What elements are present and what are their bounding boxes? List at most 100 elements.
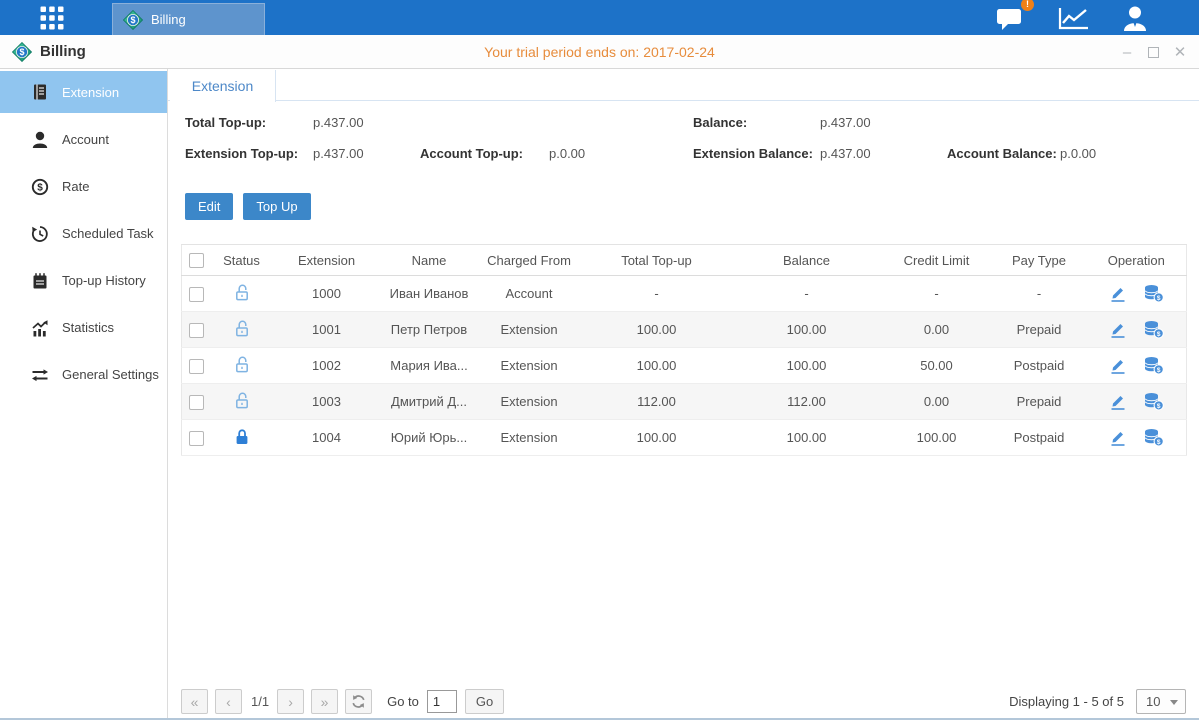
cell-charged-from: Account — [477, 276, 582, 312]
ledger-icon — [30, 83, 49, 101]
sidebar-item-general-settings[interactable]: General Settings — [0, 351, 167, 398]
row-checkbox[interactable] — [189, 395, 204, 410]
cell-credit-limit: 0.00 — [882, 312, 992, 348]
cell-balance: 100.00 — [732, 312, 882, 348]
top-up-coins-icon[interactable]: $ — [1143, 392, 1164, 411]
col-operation: Operation — [1087, 245, 1187, 276]
chevron-down-icon — [1170, 700, 1178, 705]
cell-credit-limit: 0.00 — [882, 384, 992, 420]
refresh-icon[interactable] — [345, 689, 372, 714]
sidebar-item-scheduled-task[interactable]: Scheduled Task — [0, 210, 167, 257]
account-top-up-value: p.0.00 — [549, 146, 585, 161]
cell-pay-type: - — [992, 276, 1087, 312]
edit-icon[interactable] — [1109, 321, 1127, 338]
svg-text:$: $ — [1157, 439, 1161, 446]
first-page-button[interactable]: « — [181, 689, 208, 714]
tab-strip: Extension — [168, 69, 1199, 101]
sidebar-item-label: Statistics — [62, 320, 114, 335]
col-balance: Balance — [732, 245, 882, 276]
summary-panel: Total Top-up: p.437.00 Balance: p.437.00… — [168, 101, 1199, 181]
cell-name: Дмитрий Д... — [382, 384, 477, 420]
chat-icon[interactable]: ! — [995, 4, 1027, 32]
svg-text:$: $ — [1157, 331, 1161, 338]
lock-open-icon — [234, 362, 250, 377]
billing-diamond-icon: $ — [123, 10, 143, 30]
page-size-select[interactable]: 10 — [1136, 689, 1186, 714]
row-checkbox[interactable] — [189, 359, 204, 374]
svg-text:$: $ — [1157, 403, 1161, 410]
col-pay-type: Pay Type — [992, 245, 1087, 276]
sidebar-item-top-up-history[interactable]: Top-up History — [0, 257, 167, 304]
page-title: Billing — [40, 43, 86, 60]
apps-grid-icon[interactable] — [38, 5, 66, 36]
sidebar: Extension Account $ Rate — [0, 69, 168, 720]
history-clock-icon — [30, 225, 49, 243]
edit-icon[interactable] — [1109, 285, 1127, 302]
top-up-coins-icon[interactable]: $ — [1143, 428, 1164, 447]
close-icon[interactable]: ✕ — [1173, 45, 1187, 60]
edit-icon[interactable] — [1109, 357, 1127, 374]
tab-extension[interactable]: Extension — [170, 70, 276, 102]
row-checkbox[interactable] — [189, 287, 204, 302]
window-title-bar: $ Billing Your trial period ends on: 201… — [0, 35, 1199, 69]
main-content: Extension Total Top-up: p.437.00 Balance… — [168, 69, 1199, 720]
cell-pay-type: Prepaid — [992, 312, 1087, 348]
cell-balance: 112.00 — [732, 384, 882, 420]
edit-button[interactable]: Edit — [185, 193, 233, 220]
cell-charged-from: Extension — [477, 312, 582, 348]
topbar-tab-label: Billing — [151, 12, 186, 27]
top-up-button[interactable]: Top Up — [243, 193, 310, 220]
line-chart-icon[interactable] — [1057, 5, 1091, 31]
lock-open-icon — [234, 326, 250, 341]
svg-text:$: $ — [37, 182, 43, 193]
cell-balance: - — [732, 276, 882, 312]
top-up-coins-icon[interactable]: $ — [1143, 284, 1164, 303]
top-up-coins-icon[interactable]: $ — [1143, 356, 1164, 375]
cell-balance: 100.00 — [732, 420, 882, 456]
user-icon[interactable] — [1121, 5, 1149, 31]
cell-pay-type: Prepaid — [992, 384, 1087, 420]
edit-icon[interactable] — [1109, 429, 1127, 446]
svg-text:$: $ — [1157, 367, 1161, 374]
balance-value: p.437.00 — [820, 115, 871, 130]
cell-charged-from: Extension — [477, 384, 582, 420]
cell-charged-from: Extension — [477, 420, 582, 456]
col-charged-from: Charged From — [477, 245, 582, 276]
pagination-bar: « ‹ 1/1 › » Go to Go Displaying 1 - 5 of… — [181, 689, 1186, 714]
row-checkbox[interactable] — [189, 323, 204, 338]
cell-total-top-up: 100.00 — [582, 420, 732, 456]
select-all-checkbox[interactable] — [189, 253, 204, 268]
cell-name: Петр Петров — [382, 312, 477, 348]
last-page-button[interactable]: » — [311, 689, 338, 714]
cell-extension: 1001 — [272, 312, 382, 348]
topbar-tab-billing[interactable]: $ Billing — [112, 3, 265, 35]
user-icon — [30, 131, 49, 149]
sidebar-item-label: Extension — [62, 85, 119, 100]
svg-text:$: $ — [19, 47, 24, 57]
previous-page-button[interactable]: ‹ — [215, 689, 242, 714]
total-top-up-label: Total Top-up: — [185, 115, 266, 130]
billing-diamond-icon: $ — [12, 42, 32, 62]
cell-pay-type: Postpaid — [992, 420, 1087, 456]
col-credit-limit: Credit Limit — [882, 245, 992, 276]
balance-label: Balance: — [693, 115, 747, 130]
cell-name: Иван Иванов — [382, 276, 477, 312]
row-checkbox[interactable] — [189, 431, 204, 446]
lock-open-icon — [234, 290, 250, 305]
account-top-up-label: Account Top-up: — [420, 146, 523, 161]
cell-credit-limit: - — [882, 276, 992, 312]
top-up-coins-icon[interactable]: $ — [1143, 320, 1164, 339]
cell-total-top-up: 100.00 — [582, 312, 732, 348]
go-button[interactable]: Go — [465, 689, 504, 714]
sidebar-item-account[interactable]: Account — [0, 116, 167, 163]
sidebar-item-rate[interactable]: $ Rate — [0, 163, 167, 210]
sidebar-item-statistics[interactable]: Statistics — [0, 304, 167, 351]
extension-balance-label: Extension Balance: — [693, 146, 813, 161]
maximize-icon[interactable] — [1148, 47, 1159, 58]
next-page-button[interactable]: › — [277, 689, 304, 714]
goto-page-input[interactable] — [427, 690, 457, 713]
edit-icon[interactable] — [1109, 393, 1127, 410]
extension-balance-value: p.437.00 — [820, 146, 871, 161]
minimize-icon[interactable]: – — [1120, 45, 1134, 60]
sidebar-item-extension[interactable]: Extension — [0, 71, 167, 113]
